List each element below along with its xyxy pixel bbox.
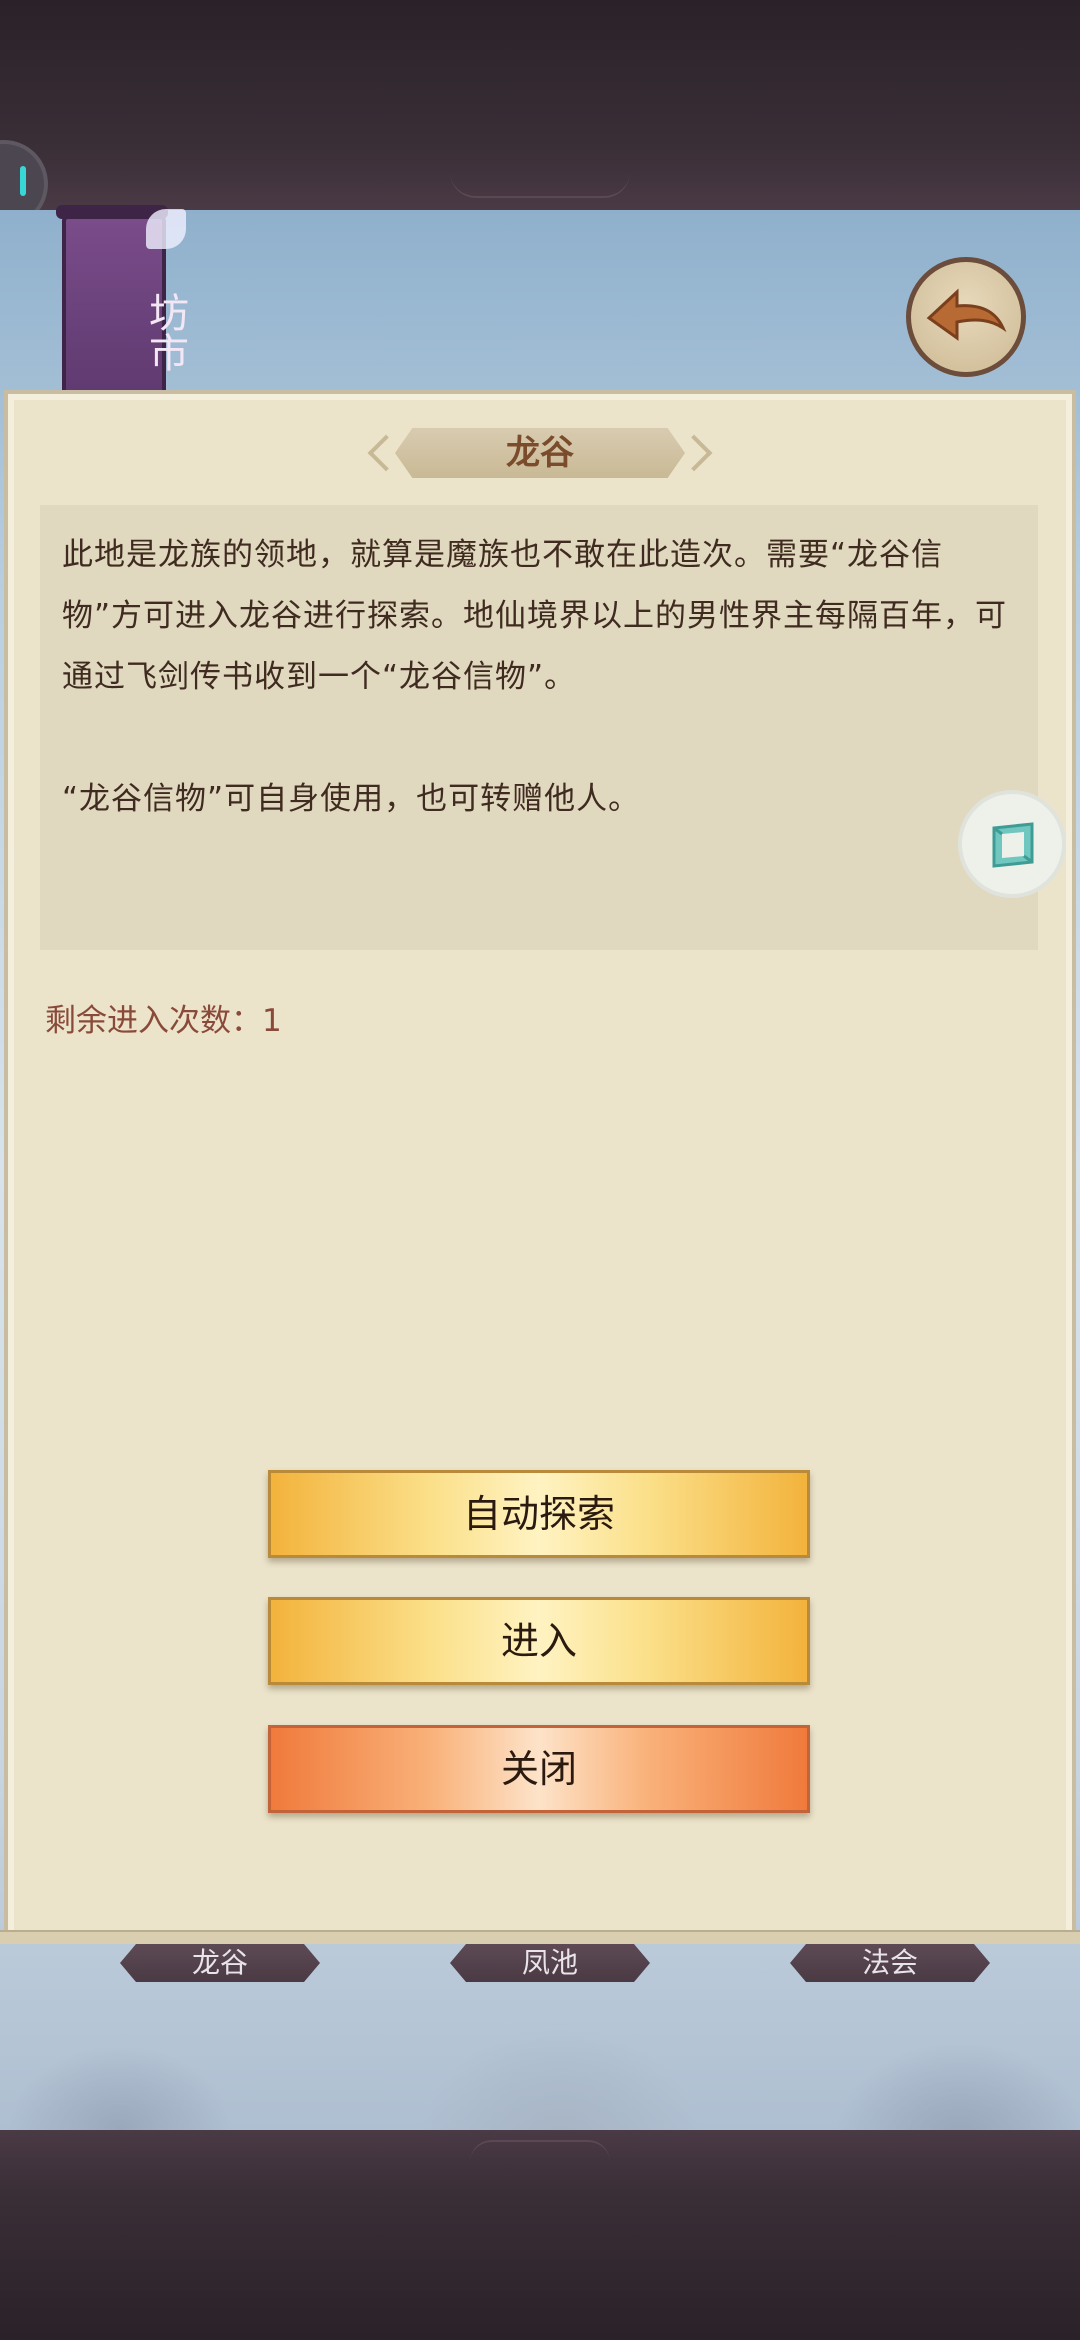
corner-glow-icon (20, 166, 26, 196)
close-button[interactable]: 关闭 (268, 1725, 810, 1813)
bird-icon (146, 209, 186, 249)
shop-label: 坊市 (142, 292, 188, 372)
remaining-entries: 剩余进入次数：1 (45, 995, 282, 1040)
top-ornament (450, 172, 630, 198)
shop-scroll-button[interactable]: 坊市 (56, 205, 188, 398)
back-arrow-icon (926, 288, 1007, 341)
map-tab-label: 凤池 (521, 1946, 578, 1979)
map-tab-label: 龙谷 (191, 1946, 248, 1979)
cube-icon (992, 822, 1034, 868)
back-button[interactable] (906, 257, 1026, 377)
enter-button[interactable]: 进入 (268, 1597, 810, 1685)
auto-explore-button[interactable]: 自动探索 (268, 1470, 810, 1558)
remaining-count: 1 (262, 1003, 282, 1039)
side-floating-button[interactable] (958, 790, 1066, 898)
dialog-title-banner: 龙谷 (365, 428, 715, 478)
panel-bottom-edge (0, 1930, 1080, 1944)
map-tab-fengchi[interactable]: 凤池 (430, 1944, 670, 1982)
map-tab-longgu[interactable]: 龙谷 (100, 1944, 340, 1982)
remaining-label: 剩余进入次数： (45, 1003, 262, 1039)
map-tab-fahui[interactable]: 法会 (770, 1944, 1010, 1982)
dialog-title: 龙谷 (506, 433, 574, 473)
description-paragraph: 此地是龙族的领地，就算是魔族也不敢在此造次。需要“龙谷信物”方可进入龙谷进行探索… (62, 537, 1008, 695)
description-box: 此地是龙族的领地，就算是魔族也不敢在此造次。需要“龙谷信物”方可进入龙谷进行探索… (40, 505, 1038, 950)
game-screen: 坊市 龙谷 此地是龙族的领地，就算是魔族也不敢在此造次。需要“龙谷信物”方可进入… (0, 0, 1080, 2340)
description-paragraph: “龙谷信物”可自身使用，也可转赠他人。 (62, 781, 641, 817)
bottom-ornament (470, 2140, 610, 2162)
map-tab-label: 法会 (861, 1946, 918, 1979)
